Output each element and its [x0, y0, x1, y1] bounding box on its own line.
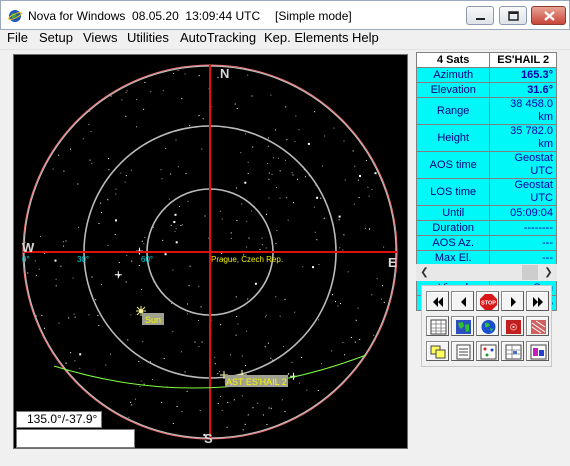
compass-n: N: [220, 66, 229, 81]
info-row: AOS time Geostat UTC: [415, 151, 557, 179]
windows-icon: [430, 345, 446, 359]
list-icon: [456, 344, 471, 360]
map-view-button[interactable]: [451, 316, 474, 336]
menu-kep-elements[interactable]: Kep. Elements: [264, 30, 349, 45]
ground-track-button[interactable]: [526, 316, 549, 336]
compass-s: S: [204, 431, 213, 446]
minimize-icon: [476, 18, 485, 20]
spectrum-icon: [530, 344, 547, 360]
world-map-icon: [456, 320, 471, 334]
satellite-label: AST ES'HAIL 2: [226, 377, 287, 387]
scroll-left-icon[interactable]: ❮: [416, 264, 433, 281]
menu-autotracking[interactable]: AutoTracking: [180, 30, 256, 45]
info-row: Range 38 458.0 km: [415, 97, 557, 125]
satellite-scrollbar[interactable]: ❮ ❯: [416, 264, 557, 281]
menu-bar: File Setup Views Utilities AutoTracking …: [0, 30, 570, 50]
cursor-readout: 135.0°/-37.9°: [16, 411, 102, 428]
info-label: AOS Az.: [415, 235, 491, 251]
menu-setup[interactable]: Setup: [39, 30, 73, 45]
info-label: Duration: [415, 220, 491, 236]
skip-last-icon: [533, 297, 543, 307]
next-button[interactable]: [501, 291, 524, 311]
grid-icon: [505, 344, 522, 360]
title-bar: Nova for Windows 08.05.20 13:09:44 UTC […: [0, 0, 570, 30]
svg-text:STOP: STOP: [481, 301, 496, 307]
stop-icon: STOP: [480, 294, 497, 310]
info-row: AOS Az. ---: [415, 235, 557, 251]
sat-count-header[interactable]: 4 Sats: [415, 52, 491, 68]
last-button[interactable]: [526, 291, 549, 311]
globe-view-button[interactable]: [476, 316, 499, 336]
stop-button[interactable]: STOP: [476, 291, 499, 311]
app-globe-icon: [8, 10, 22, 22]
table-view-button[interactable]: [426, 316, 449, 336]
close-button[interactable]: [531, 6, 566, 25]
first-button[interactable]: [426, 291, 449, 311]
windows-button[interactable]: [426, 341, 449, 361]
status-field: [16, 429, 135, 448]
mode-indicator: [Simple mode]: [275, 9, 352, 23]
info-value: 165.3°: [489, 67, 557, 83]
info-label: Azimuth: [415, 67, 491, 83]
compass-e: E: [388, 255, 397, 270]
menu-views[interactable]: Views: [83, 30, 117, 45]
sky-view[interactable]: N S E W 0° 30° 60° Prague, Czech Rep. Su…: [13, 54, 408, 449]
elevation-label-30: 30°: [77, 255, 89, 264]
info-row: LOS time Geostat UTC: [415, 178, 557, 206]
window-title: Nova for Windows 08.05.20 13:09:44 UTC: [28, 9, 261, 23]
info-value: Geostat UTC: [489, 178, 557, 206]
elevation-label-60: 60°: [141, 255, 153, 264]
menu-utilities[interactable]: Utilities: [127, 30, 169, 45]
minimize-button[interactable]: [466, 6, 494, 25]
maximize-button[interactable]: [499, 6, 527, 25]
location-label: Prague, Czech Rep.: [211, 255, 283, 264]
selected-sat-header[interactable]: ES'HAIL 2: [489, 52, 557, 68]
spectrum-view-button[interactable]: [526, 341, 549, 361]
info-label: Elevation: [415, 82, 491, 98]
elevation-label-0: 0°: [22, 255, 30, 264]
menu-help[interactable]: Help: [352, 30, 379, 45]
skip-first-icon: [433, 297, 443, 307]
table-icon: [430, 319, 447, 335]
sky-map[interactable]: N S E W 0° 30° 60° Prague, Czech Rep. Su…: [14, 55, 407, 448]
sun-label: Sun: [145, 315, 161, 325]
info-value: --------: [489, 220, 557, 236]
info-value: Geostat UTC: [489, 151, 557, 179]
radar-icon: [506, 320, 521, 334]
info-value: 05:09:04: [489, 205, 557, 221]
maximize-icon: [508, 11, 519, 21]
info-row: Azimuth 165.3°: [415, 67, 557, 83]
control-panel: STOP: [421, 285, 552, 367]
ground-track-icon: [531, 320, 546, 334]
info-row: Until 05:09:04: [415, 205, 557, 221]
menu-file[interactable]: File: [7, 30, 28, 45]
info-value: 38 458.0 km: [489, 97, 557, 125]
sky-chart-icon: [480, 344, 497, 360]
close-icon: [544, 11, 555, 21]
info-row: Height 35 782.0 km: [415, 124, 557, 152]
info-row: Duration --------: [415, 220, 557, 236]
scroll-right-icon[interactable]: ❯: [540, 264, 557, 281]
next-icon: [511, 297, 516, 307]
info-row: Elevation 31.6°: [415, 82, 557, 98]
info-value: ---: [489, 235, 557, 251]
previous-icon: [461, 297, 466, 307]
sky-view-button[interactable]: [476, 341, 499, 361]
info-label: Height: [415, 124, 491, 152]
info-label: Range: [415, 97, 491, 125]
globe-icon: [481, 320, 496, 334]
compass-w: W: [22, 240, 35, 255]
info-label: AOS time: [415, 151, 491, 179]
info-value: 35 782.0 km: [489, 124, 557, 152]
grid-view-button[interactable]: [501, 341, 524, 361]
list-view-button[interactable]: [451, 341, 474, 361]
info-value: 31.6°: [489, 82, 557, 98]
info-label: Until: [415, 205, 491, 221]
scroll-thumb[interactable]: [522, 265, 538, 280]
radar-view-button[interactable]: [501, 316, 524, 336]
info-label: LOS time: [415, 178, 491, 206]
previous-button[interactable]: [451, 291, 474, 311]
